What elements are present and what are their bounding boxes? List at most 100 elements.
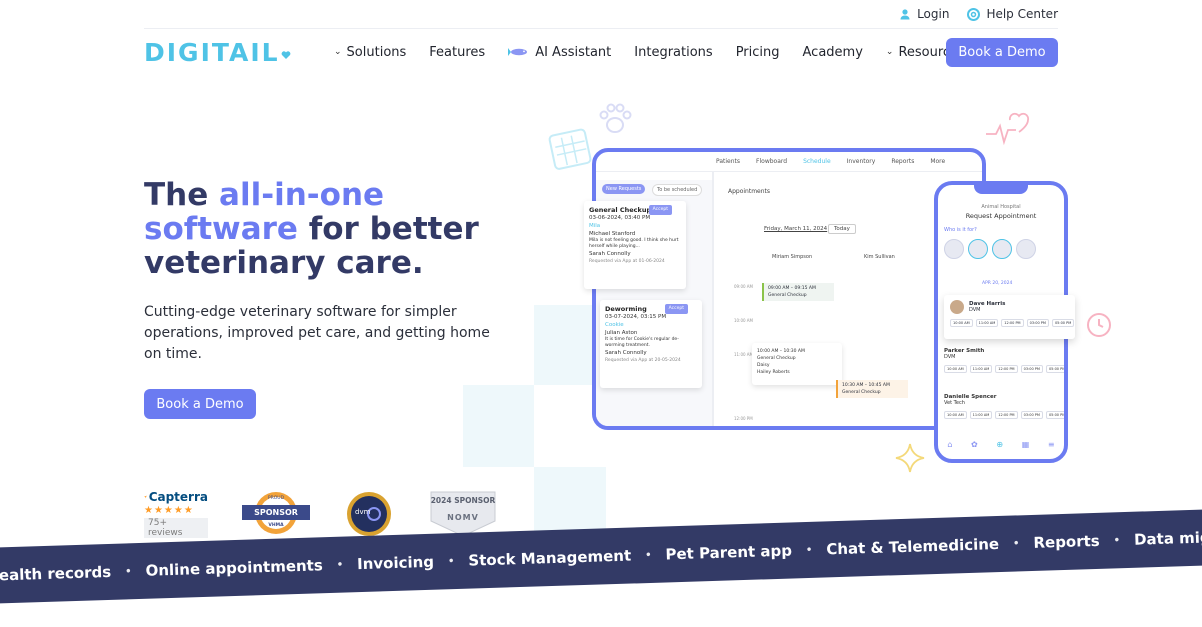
main-nav: DIGITAIL ⌄ Solutions Features AI Assistan… — [144, 36, 1058, 68]
marquee-separator: • — [1012, 537, 1020, 550]
doctor-role: DVM — [969, 307, 981, 313]
nav-integrations[interactable]: Integrations — [634, 45, 712, 60]
plus-icon: ⊕ — [996, 440, 1004, 449]
hero-subtext: Cutting-edge veterinary software for sim… — [144, 304, 490, 362]
heartbeat-doodle-icon — [986, 112, 1030, 146]
time-slot: 05:00 PM — [1051, 319, 1075, 327]
phone-doctor: Danielle Spencer Vet Tech 10:00 AM 11:00 … — [944, 394, 1064, 419]
menu-icon: ≡ — [1047, 440, 1055, 449]
appt-type: General Checkup — [842, 390, 881, 395]
marquee-item: Pet Parent app — [665, 541, 793, 564]
login-label: Login — [917, 7, 950, 21]
appt-pet: Daisy — [757, 363, 770, 368]
card-owner: Julian Aston — [605, 330, 638, 336]
marquee-item: ealth records — [0, 562, 112, 585]
capterra-badge[interactable]: Capterra ★★★★★ 75+ reviews — [144, 490, 208, 539]
pet-avatar — [992, 239, 1012, 259]
mock-tab: Inventory — [846, 158, 876, 165]
calendar-doodle-icon — [548, 128, 592, 170]
card-vet: Sarah Connolly — [589, 251, 631, 257]
book-demo-button-hero[interactable]: Book a Demo — [144, 389, 256, 419]
mock-divider — [596, 171, 982, 172]
mock-tab-active: Schedule — [803, 158, 831, 165]
phone-doctor: Parker Smith DVM 10:00 AM 11:00 AM 12:00 P… — [944, 348, 1064, 373]
time-slot: 11:00 AM — [975, 319, 999, 327]
marquee-item: Data migration — [1133, 526, 1202, 549]
marquee-item: Stock Management — [468, 546, 632, 570]
help-center-link[interactable]: Help Center — [967, 7, 1058, 21]
time-slot: 12:00 PM — [995, 411, 1018, 419]
card-pet: Mila — [589, 223, 601, 229]
chevron-down-icon: ⌄ — [334, 47, 342, 57]
doctor-avatar — [950, 300, 964, 314]
time-slot: 10:00 AM — [944, 411, 967, 419]
phone-clinic: Animal Hospital — [981, 204, 1021, 210]
mock-appointment: 09:00 AM – 09:15 AM General Checkup — [762, 283, 834, 301]
dvm-badge[interactable]: dvm — [346, 491, 392, 537]
vhma-main: SPONSOR — [254, 508, 298, 517]
card-req: Requested via App at 01-06-2024 — [589, 259, 665, 264]
paw-doodle-icon — [599, 103, 632, 133]
card-pet: Cookie — [605, 322, 624, 328]
appt-time: 10:00 AM – 10:30 AM — [757, 349, 805, 354]
nav-features[interactable]: Features — [429, 45, 485, 60]
vhma-sponsor-badge[interactable]: PROUD SPONSOR VHMA — [242, 490, 310, 536]
capterra-reviews: 75+ reviews — [144, 518, 208, 538]
phone-notch — [974, 185, 1028, 194]
ai-fish-icon — [508, 48, 528, 56]
phone-doctor-card-highlight: Dave Harris DVM 10:00 AM 11:00 AM 12:00 PM… — [944, 295, 1075, 339]
mock-time: 11:00 AM — [734, 352, 753, 357]
pet-avatar — [968, 239, 988, 259]
nav-ai-assistant[interactable]: AI Assistant — [508, 45, 611, 60]
time-slot: 11:00 AM — [969, 411, 993, 419]
mock-chip-new: New Requests — [602, 184, 646, 194]
marquee-item: Reports — [1033, 531, 1100, 552]
capterra-arrow-icon — [144, 495, 147, 499]
capterra-stars: ★★★★★ — [144, 505, 194, 516]
marquee-separator: • — [336, 559, 344, 571]
nav-academy-label: Academy — [802, 44, 863, 60]
mock-tab: More — [930, 158, 946, 165]
login-link[interactable]: Login — [899, 7, 949, 21]
badges-row: Capterra ★★★★★ 75+ reviews PROUD SPONSOR… — [144, 488, 504, 538]
dvm-label: dvm — [355, 508, 371, 516]
nomv-sponsor-badge[interactable]: 2024 SPONSOR NOMV — [430, 491, 496, 537]
lifebuoy-icon — [967, 7, 981, 21]
mock-vet2: Kim Sullivan — [864, 254, 895, 260]
appt-time: 09:00 AM – 09:15 AM — [768, 286, 816, 291]
headline-part1: The — [144, 177, 220, 213]
doctor-role: Vet Tech — [944, 400, 965, 406]
digitail-logo[interactable]: DIGITAIL — [144, 38, 291, 67]
phone-pet-list — [944, 239, 1036, 259]
appt-owner: Hailey Roberts — [757, 370, 790, 375]
marquee-item: Invoicing — [356, 552, 435, 574]
card-owner: Michael Stanford — [589, 231, 636, 237]
nav-menu: ⌄ Solutions Features AI Assistant Integra… — [334, 36, 965, 68]
nav-solutions[interactable]: ⌄ Solutions — [334, 45, 406, 60]
nav-pricing[interactable]: Pricing — [736, 45, 780, 60]
mock-divider — [712, 172, 714, 426]
marquee-separator: • — [447, 555, 455, 567]
mock-appointment-card: 10:00 AM – 10:30 AM General Checkup Dais… — [752, 343, 842, 385]
mock-sched-date: Friday, March 11, 2024 — [764, 226, 828, 232]
mock-time: 12:00 PM — [734, 416, 753, 421]
card-note: It is time for Cookie's regular de-wormi… — [605, 337, 679, 348]
marquee-item: Online appointments — [145, 556, 324, 580]
book-demo-button-nav[interactable]: Book a Demo — [946, 38, 1058, 67]
capterra-name: Capterra — [148, 490, 208, 504]
mock-tab: Reports — [891, 158, 915, 165]
time-slot: 03:00 PM — [1020, 411, 1043, 419]
appt-type: General Checkup — [757, 356, 796, 361]
marquee-separator: • — [805, 544, 813, 556]
nav-integrations-label: Integrations — [634, 44, 713, 60]
clock-doodle-icon — [1087, 313, 1111, 337]
card-req: Requested via App at 20-05-2024 — [605, 358, 681, 363]
mock-request-card: Deworming Accept 03-07-2024, 03:15 PM Co… — [600, 300, 702, 388]
nav-academy[interactable]: Academy — [803, 45, 863, 60]
vhma-top: PROUD — [267, 496, 285, 501]
phone-heading: Request Appointment — [965, 212, 1037, 220]
card-date: 03-07-2024, 03:15 PM — [605, 314, 667, 320]
utility-bar: Login Help Center — [144, 0, 1058, 29]
marquee-item: Chat & Telemedicine — [826, 534, 1000, 559]
doctor-slots: 10:00 AM 11:00 AM 12:00 PM 03:00 PM 05:00 PM — [950, 319, 1075, 327]
